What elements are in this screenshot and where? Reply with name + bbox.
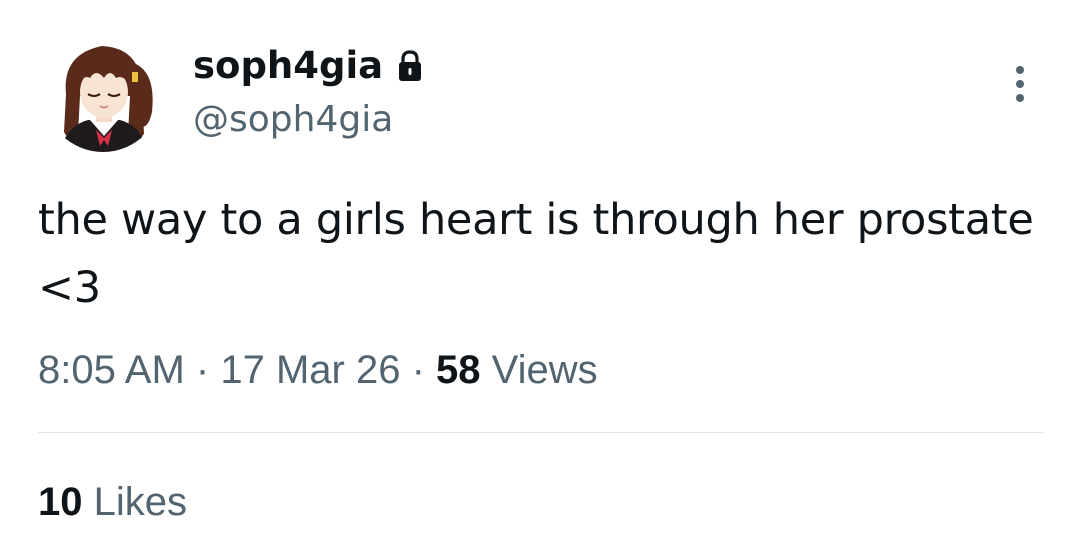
display-name-text: soph4gia <box>193 44 384 87</box>
tweet-text: the way to a girls heart is through her … <box>38 195 1034 313</box>
more-vertical-icon <box>1016 66 1024 102</box>
lock-icon <box>399 50 422 81</box>
tweet-metadata: 8:05 AM · 17 Mar 26 · 58 Views <box>38 342 598 398</box>
author-display-name[interactable]: soph4gia <box>193 42 425 90</box>
likes-link[interactable]: 10 Likes <box>38 474 187 530</box>
avatar-image <box>44 34 162 152</box>
views-label: Views <box>491 348 598 392</box>
separator: · <box>195 348 210 392</box>
tweet-date[interactable]: 17 Mar 26 <box>220 348 400 392</box>
author-handle[interactable]: @soph4gia <box>193 96 393 144</box>
likes-label: Likes <box>93 480 188 524</box>
tweet-time[interactable]: 8:05 AM <box>38 348 185 392</box>
divider <box>38 432 1044 433</box>
views-count: 58 <box>436 348 481 392</box>
likes-count: 10 <box>38 480 83 524</box>
more-options-button[interactable] <box>1004 62 1036 106</box>
separator: · <box>411 348 425 392</box>
avatar[interactable] <box>44 34 162 152</box>
